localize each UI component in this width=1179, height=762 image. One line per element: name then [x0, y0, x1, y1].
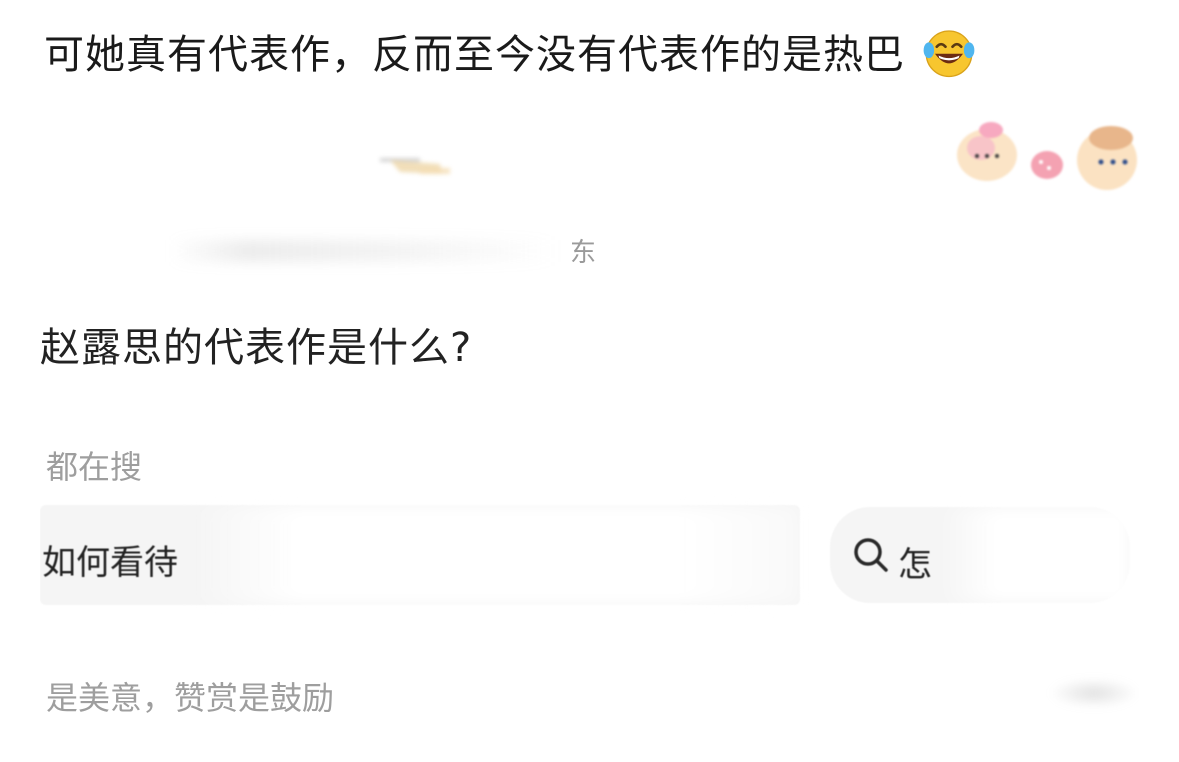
search-hint-label: 都在搜: [46, 448, 143, 486]
laughing-tears-emoji-icon: [923, 30, 975, 78]
search-suggestion-left[interactable]: 如何看待: [40, 505, 800, 605]
redacted-meta: [170, 240, 560, 262]
search-suggestions: 如何看待 怎: [40, 505, 1139, 605]
redacted-avatar-icon: [380, 158, 450, 174]
search-icon: [854, 538, 888, 572]
post-caption: 可她真有代表作，反而至今没有代表作的是热巴: [44, 22, 977, 80]
reward-note: 是美意，赞赏是鼓励: [46, 679, 335, 717]
question-title[interactable]: 赵露思的代表作是什么?: [40, 315, 472, 373]
search-suggestion-right-text: 怎: [898, 545, 932, 585]
author-meta-line: 东: [170, 232, 610, 272]
redacted-overlay: [940, 507, 1130, 603]
search-suggestion-right[interactable]: 怎: [830, 507, 1130, 603]
search-suggestion-left-text: 如何看待: [42, 543, 178, 583]
meta-location-fragment: 东: [570, 238, 597, 268]
redacted-overlay: [190, 505, 800, 605]
decorative-stickers-icon: [957, 122, 1137, 190]
embedded-screenshot: 东 赵露思的代表作是什么? 都在搜 如何看待 怎 是美意，赞赏是鼓励: [40, 100, 1139, 740]
caption-text: 可她真有代表作，反而至今没有代表作的是热巴: [44, 32, 905, 78]
redacted-reward-icon: [1049, 678, 1139, 708]
